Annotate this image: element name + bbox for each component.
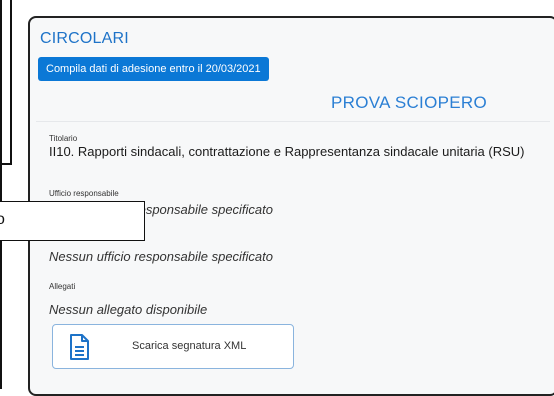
frame-line-left bbox=[0, 0, 2, 389]
field-value-secondary: Nessun ufficio responsabile specificato bbox=[49, 249, 274, 264]
document-icon bbox=[69, 334, 90, 360]
popup-text: o bbox=[0, 211, 5, 228]
download-xml-button[interactable]: Scarica segnatura XML bbox=[52, 324, 294, 369]
field-label-ufficio: Ufficio responsabile bbox=[49, 189, 119, 198]
field-value-allegati: Nessun allegato disponibile bbox=[49, 302, 208, 317]
section-title: CIRCOLARI bbox=[40, 30, 129, 47]
overlay-popup: o bbox=[0, 201, 145, 241]
title-divider bbox=[36, 121, 550, 122]
field-label-allegati: Allegati bbox=[49, 282, 76, 291]
frame-line-inner bbox=[10, 0, 12, 165]
field-label-titolario: Titolario bbox=[49, 134, 78, 143]
deadline-button[interactable]: Compila dati di adesione entro il 20/03/… bbox=[38, 57, 269, 81]
document-title: PROVA SCIOPERO bbox=[331, 93, 487, 112]
frame-line-bottom bbox=[0, 163, 12, 165]
download-xml-label: Scarica segnatura XML bbox=[132, 340, 247, 352]
field-value-titolario: II10. Rapporti sindacali, contrattazione… bbox=[49, 144, 525, 159]
